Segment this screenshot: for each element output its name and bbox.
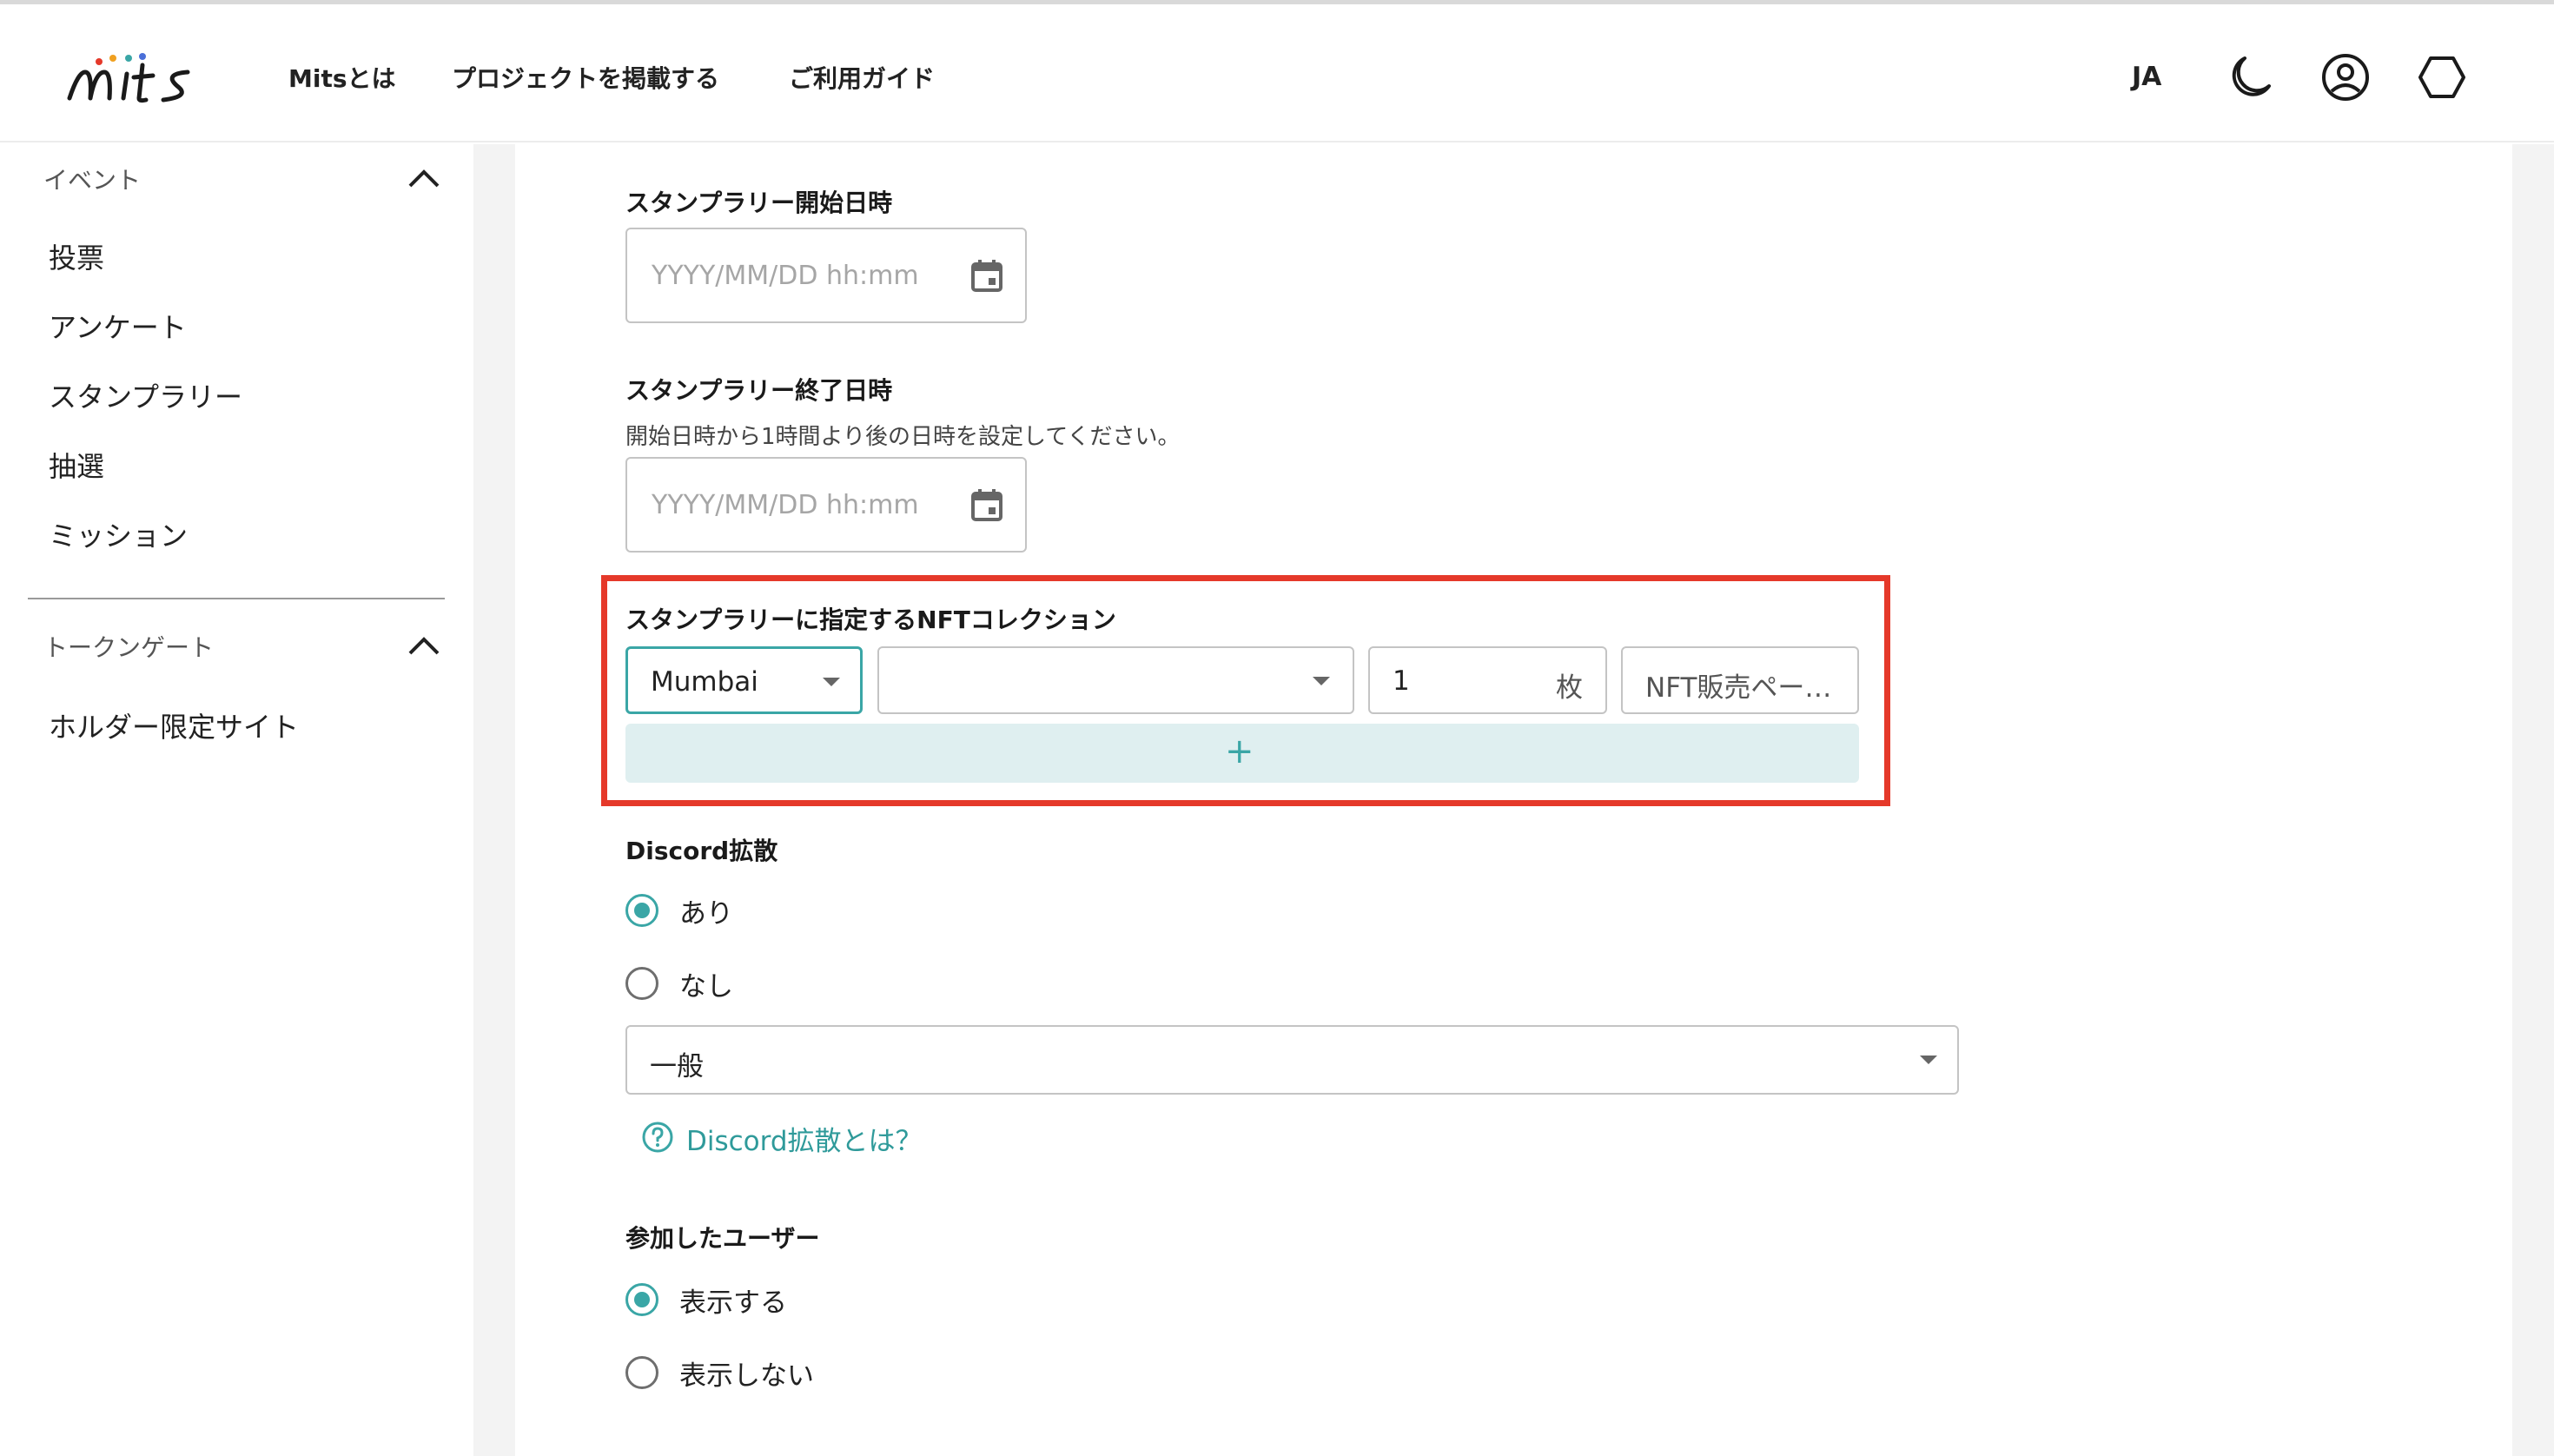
end-date-label: スタンプラリー終了日時: [625, 376, 893, 405]
help-circle-icon: [642, 1122, 673, 1153]
sidebar-item-lottery[interactable]: 抽選: [49, 445, 104, 485]
network-select[interactable]: Mumbai: [625, 646, 863, 714]
sidebar-item-holder-site[interactable]: ホルダー限定サイト: [49, 705, 299, 745]
sidebar-group-event[interactable]: イベント: [43, 162, 141, 196]
sale-page-placeholder: NFT販売ペー…: [1645, 672, 1832, 704]
participants-radio-hide-label[interactable]: 表示しない: [679, 1353, 814, 1393]
discord-radio-no[interactable]: [625, 967, 658, 1000]
nft-collection-label: スタンプラリーに指定するNFTコレクション: [625, 606, 1116, 634]
moon-icon[interactable]: [2224, 51, 2276, 103]
collection-select[interactable]: [877, 646, 1354, 714]
sale-page-input[interactable]: NFT販売ペー…: [1621, 646, 1859, 714]
content-gutter-right: [2512, 144, 2554, 1456]
start-date-label: スタンプラリー開始日時: [625, 189, 893, 217]
discord-channel-select[interactable]: 一般: [625, 1025, 1959, 1095]
mits-logo[interactable]: [66, 46, 214, 109]
chevron-up-icon[interactable]: [405, 165, 443, 191]
participants-radio-hide[interactable]: [625, 1356, 658, 1389]
discord-label: Discord拡散: [625, 837, 778, 865]
sidebar-item-mission[interactable]: ミッション: [49, 514, 188, 554]
plus-icon: +: [1225, 731, 1254, 771]
discord-help-link-text: Discord拡散とは？: [686, 1126, 923, 1157]
network-select-value: Mumbai: [651, 666, 758, 698]
chevron-up-icon[interactable]: [405, 632, 443, 659]
caret-down-icon: [1313, 677, 1330, 685]
sidebar-group-token-gate[interactable]: トークンゲート: [43, 629, 214, 664]
sidebar-item-stamp-rally[interactable]: スタンプラリー: [49, 375, 242, 415]
nav-post-project[interactable]: プロジェクトを掲載する: [452, 60, 719, 95]
account-icon[interactable]: [2319, 51, 2372, 103]
participants-label: 参加したユーザー: [625, 1224, 820, 1253]
quantity-unit: 枚: [1556, 672, 1583, 704]
sidebar: イベント 投票 アンケート スタンプラリー 抽選 ミッション トークンゲート ホ…: [0, 144, 473, 1456]
sidebar-divider: [28, 598, 445, 599]
header: Mitsとは プロジェクトを掲載する ご利用ガイド JA: [0, 4, 2554, 142]
quantity-value: 1: [1393, 665, 1410, 697]
discord-radio-no-label[interactable]: なし: [679, 964, 733, 1003]
end-date-input[interactable]: YYYY/MM/DD hh:mm: [625, 457, 1027, 553]
caret-down-icon: [1920, 1056, 1937, 1064]
content-gutter-left: [473, 144, 515, 1456]
start-date-placeholder: YYYY/MM/DD hh:mm: [652, 261, 919, 291]
quantity-input[interactable]: 1 枚: [1368, 646, 1607, 714]
calendar-icon[interactable]: [968, 486, 1006, 525]
calendar-icon[interactable]: [968, 257, 1006, 295]
wallet-hexagon-icon[interactable]: [2415, 51, 2467, 103]
end-date-helper: 開始日時から1時間より後の日時を設定してください。: [625, 424, 1181, 450]
language-switch[interactable]: JA: [2132, 62, 2161, 92]
nav-about[interactable]: Mitsとは: [288, 60, 396, 95]
participants-radio-show[interactable]: [625, 1283, 658, 1316]
sidebar-item-survey[interactable]: アンケート: [49, 306, 187, 346]
end-date-placeholder: YYYY/MM/DD hh:mm: [652, 490, 919, 520]
caret-down-icon: [823, 678, 840, 686]
discord-radio-yes[interactable]: [625, 894, 658, 927]
sidebar-item-vote[interactable]: 投票: [49, 236, 104, 276]
nav-guide[interactable]: ご利用ガイド: [789, 60, 935, 95]
add-collection-button[interactable]: +: [625, 724, 1859, 783]
discord-channel-value: 一般: [650, 1051, 704, 1082]
participants-radio-show-label[interactable]: 表示する: [679, 1281, 787, 1320]
start-date-input[interactable]: YYYY/MM/DD hh:mm: [625, 228, 1027, 323]
discord-radio-yes-label[interactable]: あり: [679, 891, 733, 930]
